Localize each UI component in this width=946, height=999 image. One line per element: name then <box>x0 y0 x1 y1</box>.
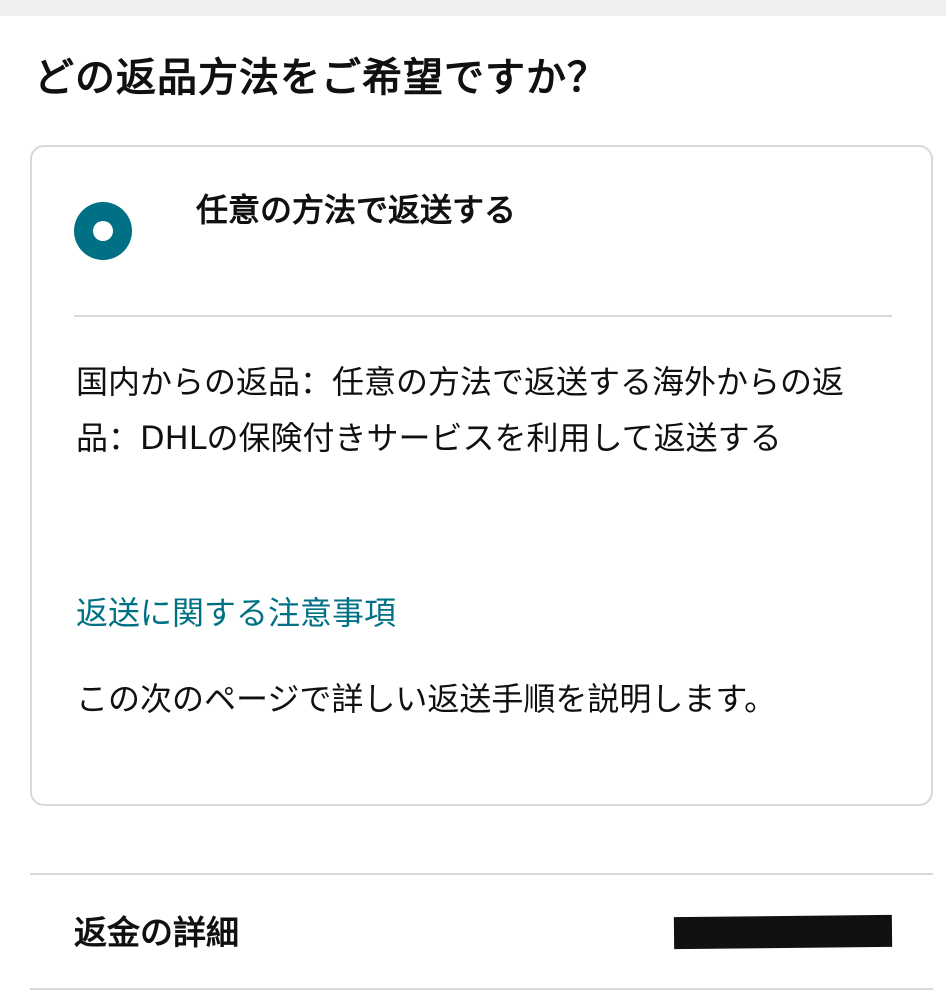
page-title: どの返品方法をご希望ですか？ <box>34 55 608 101</box>
radio-selected-icon[interactable] <box>74 202 132 260</box>
return-notes-link[interactable]: 返送に関する注意事項 <box>76 591 396 635</box>
top-strip <box>0 0 946 16</box>
option-description: 国内からの返品：任意の方法で返送する海外からの返品：DHLの保険付きサービスを利… <box>76 363 845 457</box>
radio-dot <box>93 221 113 241</box>
section-divider-bottom <box>30 988 933 990</box>
next-page-info: この次のページで詳しい返送手順を説明します。 <box>76 680 777 718</box>
option-label[interactable]: 任意の方法で返送する <box>196 185 516 235</box>
refund-details-label: 返金の詳細 <box>74 913 239 952</box>
redacted-amount <box>673 914 893 950</box>
card-divider <box>74 315 892 317</box>
return-option-card[interactable]: 任意の方法で返送する 国内からの返品：任意の方法で返送する海外からの返品：DHL… <box>30 145 933 806</box>
refund-details-row[interactable]: 返金の詳細 <box>30 875 933 989</box>
